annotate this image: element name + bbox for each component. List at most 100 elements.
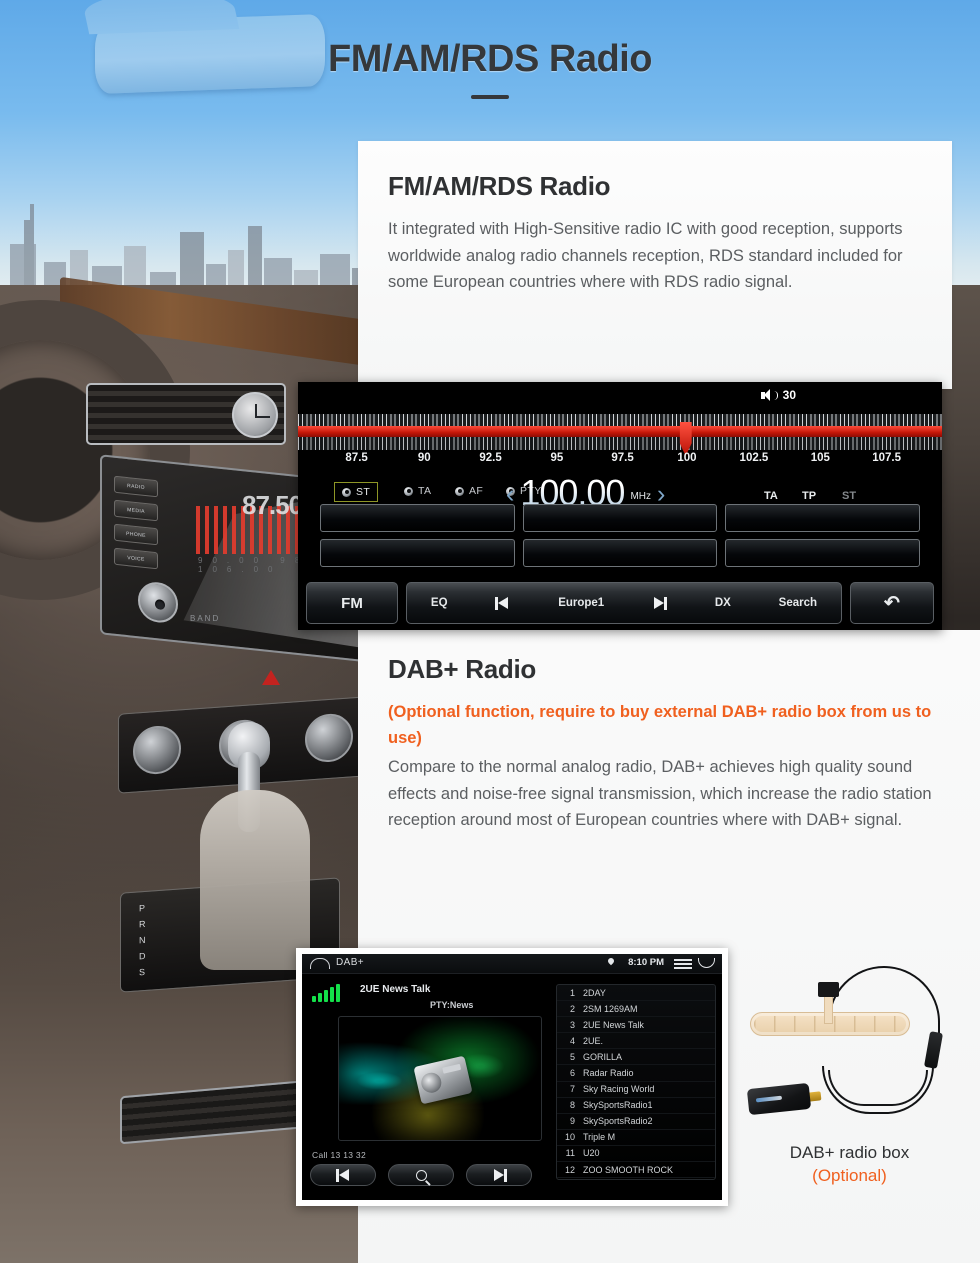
- list-item[interactable]: 3 2UE News Talk: [557, 1017, 715, 1034]
- search-button[interactable]: Search: [779, 597, 817, 609]
- preset-slot-4[interactable]: [320, 539, 515, 567]
- back-button[interactable]: ↶: [850, 582, 934, 624]
- scale-label-1: 90: [417, 452, 431, 464]
- preset-name-label[interactable]: Europe1: [558, 597, 604, 609]
- head-unit-band-label: BAND: [190, 614, 221, 623]
- station-name: SkySportsRadio2: [583, 1116, 653, 1127]
- rds-chip-af[interactable]: AF: [448, 482, 490, 500]
- station-number: 1: [569, 987, 575, 998]
- gear-letters: PRNDS: [139, 902, 147, 978]
- dab-controls: [310, 1164, 532, 1186]
- location-pin-icon: [606, 956, 616, 966]
- title-underline: [471, 95, 509, 99]
- indicator-ta: TA: [764, 490, 778, 502]
- indicator-led-icon: [455, 486, 464, 496]
- indicator-st: ST: [842, 490, 857, 502]
- previous-track-icon[interactable]: [495, 596, 510, 611]
- list-item[interactable]: 6 Radar Radio: [557, 1065, 715, 1082]
- antenna-stem: [824, 994, 833, 1024]
- preset-slot-3[interactable]: [725, 504, 921, 532]
- list-item[interactable]: 12 ZOO SMOOTH ROCK: [557, 1162, 715, 1179]
- preset-slot-2[interactable]: [522, 504, 718, 532]
- menu-icon[interactable]: [674, 959, 692, 969]
- fm-toolbar: FM EQ Europe1 DX Search ↶: [306, 582, 934, 624]
- scale-label-6: 102.5: [739, 452, 769, 464]
- fm-feature-card: FM/AM/RDS Radio It integrated with High-…: [358, 141, 952, 389]
- rds-chip-ta[interactable]: TA: [397, 482, 438, 500]
- station-number: 9: [569, 1116, 575, 1127]
- preset-slot-5[interactable]: [522, 539, 718, 567]
- band-button[interactable]: FM: [306, 582, 398, 624]
- antenna-inline-amplifier: [923, 1031, 944, 1069]
- station-name: Sky Racing World: [583, 1084, 655, 1095]
- dab-clock: 8:10 PM: [628, 957, 664, 968]
- list-item[interactable]: 1 2DAY: [557, 985, 715, 1002]
- fm-toolbar-strip: EQ Europe1 DX Search: [406, 582, 842, 624]
- station-name: 2UE News Talk: [583, 1019, 644, 1030]
- scale-label-2: 92.5: [479, 452, 502, 464]
- rds-chip-st[interactable]: ST: [334, 482, 379, 502]
- list-item[interactable]: 4 2UE.: [557, 1033, 715, 1050]
- list-item[interactable]: 9 SkySportsRadio2: [557, 1114, 715, 1130]
- station-name: 2SM 1269AM: [583, 1003, 638, 1014]
- dab-previous-button[interactable]: [310, 1164, 376, 1186]
- station-number: 3: [569, 1019, 575, 1030]
- list-item[interactable]: 8 SkySportsRadio1: [557, 1098, 715, 1114]
- product-caption-optional: (Optional): [812, 1165, 887, 1185]
- home-icon[interactable]: [310, 958, 330, 969]
- dab-search-button[interactable]: [388, 1164, 454, 1186]
- volume-value: 30: [782, 388, 796, 402]
- dab-optional-note: (Optional function, require to buy exter…: [388, 703, 932, 748]
- gear-shift-boot: [200, 790, 310, 970]
- scale-label-3: 95: [550, 452, 564, 464]
- station-name: U20: [583, 1148, 600, 1159]
- dashboard-clock: [232, 392, 278, 438]
- product-caption-main: DAB+ radio box: [789, 1143, 910, 1162]
- scale-label-0: 87.5: [345, 452, 368, 464]
- page-title: FM/AM/RDS Radio: [328, 38, 652, 80]
- dab-current-station: 2UE News Talk: [360, 984, 431, 995]
- list-item[interactable]: 10 Triple M: [557, 1130, 715, 1146]
- dab-status-bar: DAB+ 8:10 PM: [302, 954, 722, 974]
- scale-label-5: 100: [677, 452, 697, 464]
- station-number: 11: [565, 1148, 575, 1159]
- hazard-light-icon: [262, 670, 280, 685]
- fm-radio-screenshot: 30 87.5 90 92.5 95 97.5 100 102.5 105 10…: [298, 382, 942, 630]
- dx-button[interactable]: DX: [715, 597, 731, 609]
- dab-radio-screenshot: DAB+ 8:10 PM 2UE News Talk PTY:News Call…: [296, 948, 728, 1206]
- dab-next-button[interactable]: [466, 1164, 532, 1186]
- station-number: 6: [569, 1068, 575, 1079]
- dab-card-title: DAB+ Radio: [388, 654, 536, 684]
- speaker-icon: [760, 388, 778, 402]
- scale-ticks-bottom: [298, 437, 942, 450]
- station-number: 8: [569, 1100, 575, 1111]
- list-item[interactable]: 2 2SM 1269AM: [557, 1001, 715, 1018]
- station-number: 5: [569, 1051, 575, 1062]
- product-feature-page: RADIO MEDIA PHONE VOICE 87.50 90.00 98.0…: [0, 0, 980, 1263]
- list-item[interactable]: 7 Sky Racing World: [557, 1082, 715, 1098]
- frequency-scale[interactable]: 87.5 90 92.5 95 97.5 100 102.5 105 107.5: [298, 414, 942, 476]
- list-item[interactable]: 11 U20: [557, 1146, 715, 1163]
- preset-grid: [320, 504, 921, 574]
- station-name: 2UE.: [583, 1035, 604, 1046]
- list-item[interactable]: 5 GORILLA: [557, 1049, 715, 1066]
- preset-row: [320, 504, 921, 532]
- back-icon[interactable]: [698, 958, 715, 968]
- station-name: ZOO SMOOTH ROCK: [583, 1164, 673, 1175]
- preset-slot-6[interactable]: [725, 539, 921, 567]
- station-number: 10: [564, 1132, 575, 1143]
- head-unit-voice-button: VOICE: [114, 547, 158, 570]
- tuning-needle[interactable]: [679, 422, 692, 456]
- scale-ticks-top: [298, 414, 942, 426]
- dab-station-list[interactable]: 1 2DAY 2 2SM 1269AM 3 2UE News Talk 4 2UE. 5…: [556, 984, 716, 1180]
- next-track-icon[interactable]: [652, 596, 668, 611]
- eq-button[interactable]: EQ: [431, 597, 448, 609]
- station-number: 7: [569, 1084, 575, 1095]
- preset-row: [320, 539, 921, 567]
- volume-indicator: 30: [760, 388, 796, 402]
- station-name: SkySportsRadio1: [583, 1100, 653, 1111]
- dab-pty-label: PTY:News: [430, 1000, 474, 1010]
- station-name: Radar Radio: [583, 1068, 634, 1079]
- previous-track-icon: [335, 1168, 351, 1183]
- preset-slot-1[interactable]: [320, 504, 515, 532]
